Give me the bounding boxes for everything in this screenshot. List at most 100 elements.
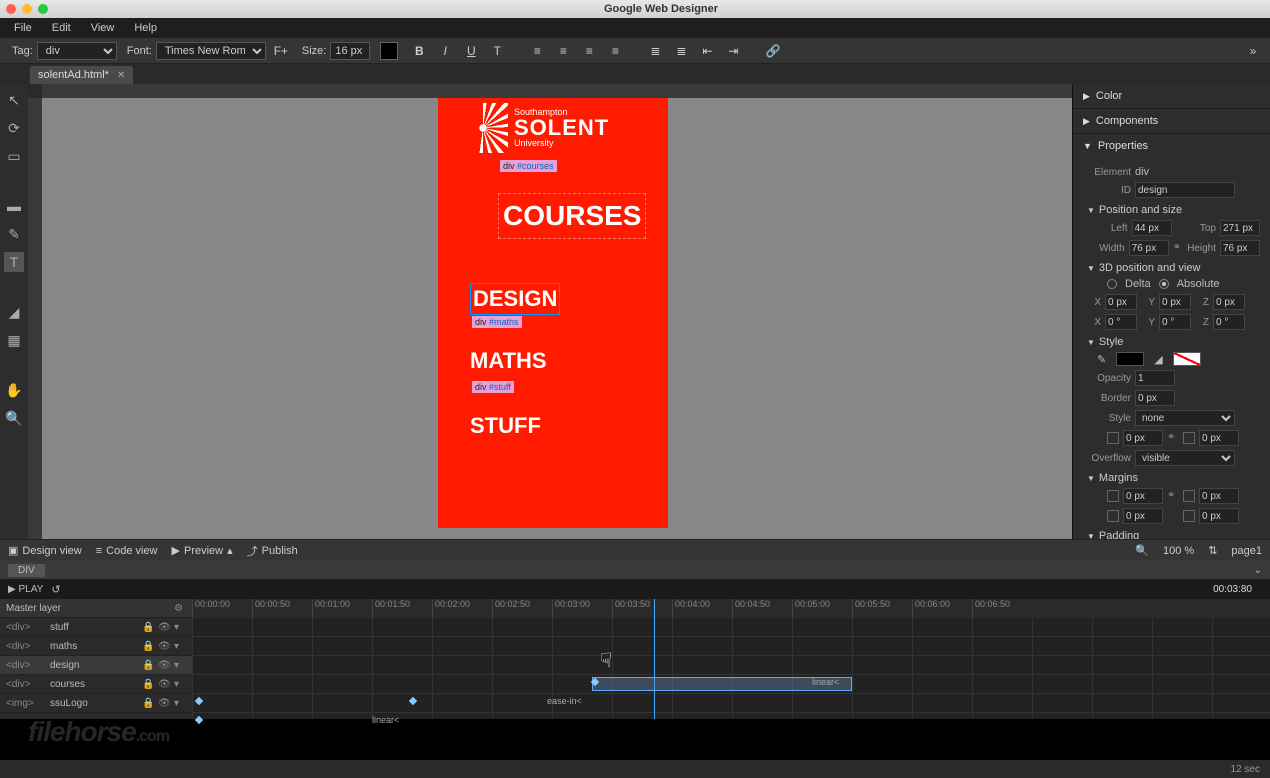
align-center-icon[interactable]: ≡ [552, 41, 574, 61]
menu-edit[interactable]: Edit [42, 22, 81, 34]
layer-row-maths[interactable]: <div>maths🔒👁▾ [0, 637, 192, 656]
panel-properties-header[interactable]: ▼Properties [1073, 134, 1270, 158]
design-view-button[interactable]: ▣ Design view [8, 544, 82, 557]
x-input[interactable] [1105, 294, 1137, 310]
zoom-window-icon[interactable] [38, 4, 48, 14]
underline-button[interactable]: U [460, 41, 482, 61]
size-input[interactable] [330, 42, 370, 60]
align-left-icon[interactable]: ≡ [526, 41, 548, 61]
list-ordered-icon[interactable]: ≣ [644, 41, 666, 61]
fill-color-swatch[interactable] [1173, 352, 1201, 366]
id-input[interactable] [1135, 182, 1235, 198]
zoom-tool-icon[interactable]: 🔍 [4, 408, 24, 428]
absolute-radio[interactable] [1159, 279, 1169, 289]
font-select[interactable]: Times New Roman [156, 42, 266, 60]
strike-button[interactable]: T [486, 41, 508, 61]
align-right-icon[interactable]: ≡ [578, 41, 600, 61]
text-stuff[interactable]: STUFF [470, 413, 541, 439]
file-tab[interactable]: solentAd.html* ✕ [30, 66, 133, 84]
keyframe-courses-mid[interactable] [409, 697, 417, 705]
timeline-ruler[interactable]: 00:00:0000:00:5000:01:0000:01:5000:02:00… [192, 599, 1270, 618]
link-icon[interactable]: 🔗 [762, 41, 784, 61]
publish-button[interactable]: ⤴ Publish [247, 543, 298, 559]
pencil-icon[interactable]: ✎ [1097, 353, 1106, 366]
margin-b-input[interactable] [1123, 508, 1163, 524]
link-size-icon[interactable]: ⚭ [1173, 242, 1183, 254]
link-corners-icon[interactable]: ⚭ [1167, 432, 1179, 444]
panel-color-header[interactable]: ▶Color [1073, 84, 1270, 108]
rotate-3d-tool-icon[interactable]: ⟳ [4, 118, 24, 138]
bg-color-swatch[interactable] [1116, 352, 1144, 366]
minimize-window-icon[interactable] [22, 4, 32, 14]
menu-view[interactable]: View [81, 22, 125, 34]
pen-tool-icon[interactable]: ✎ [4, 224, 24, 244]
overflow-icon[interactable]: » [1242, 41, 1264, 61]
element-badge-maths[interactable]: div #maths [472, 316, 522, 328]
keyframe-courses-start[interactable] [195, 697, 203, 705]
outdent-icon[interactable]: ⇤ [696, 41, 718, 61]
list-unordered-icon[interactable]: ≣ [670, 41, 692, 61]
element-tool-icon[interactable]: ▭ [4, 146, 24, 166]
position-size-header[interactable]: ▼Position and size [1087, 204, 1260, 216]
margin-t-input[interactable] [1123, 488, 1163, 504]
opacity-input[interactable] [1135, 370, 1175, 386]
align-justify-icon[interactable]: ≡ [604, 41, 626, 61]
ad-canvas[interactable]: Southampton SOLENT University div #cours… [438, 98, 668, 528]
panel-components-header[interactable]: ▶Components [1073, 109, 1270, 133]
shape-tool-icon[interactable]: ▬ [4, 196, 24, 216]
3d-position-header[interactable]: ▼3D position and view [1087, 262, 1260, 274]
height-input[interactable] [1220, 240, 1260, 256]
play-button[interactable]: ▶ PLAY [8, 584, 43, 595]
logo[interactable]: Southampton SOLENT University [458, 103, 609, 153]
eye-icon[interactable]: 👁 [158, 622, 170, 633]
border-style-select[interactable]: none [1135, 410, 1235, 426]
menu-file[interactable]: File [4, 22, 42, 34]
preview-button[interactable]: ▶ Preview ▴ [172, 544, 233, 557]
style-header[interactable]: ▼Style [1087, 336, 1260, 348]
layer-row-design[interactable]: <div>design🔒👁▾ [0, 656, 192, 675]
close-window-icon[interactable] [6, 4, 16, 14]
padding-header[interactable]: ▼Padding [1087, 530, 1260, 539]
zoom-value[interactable]: 100 % [1163, 545, 1194, 557]
margin-l-input[interactable] [1199, 508, 1239, 524]
loop-button[interactable]: ↺ [51, 583, 60, 596]
stage[interactable]: Southampton SOLENT University div #cours… [28, 84, 1072, 539]
tag-select[interactable]: div [37, 42, 117, 60]
italic-button[interactable]: I [434, 41, 456, 61]
delta-radio[interactable] [1107, 279, 1117, 289]
z-input[interactable] [1213, 294, 1245, 310]
font-add-button[interactable]: F+ [270, 41, 292, 61]
element-badge-stuff[interactable]: div #stuff [472, 381, 514, 393]
ry-input[interactable] [1159, 314, 1191, 330]
bold-button[interactable]: B [408, 41, 430, 61]
overflow-select[interactable]: visible [1135, 450, 1235, 466]
text-color-chip[interactable] [380, 42, 398, 60]
layer-row-ssulogo[interactable]: <img>ssuLogo🔒👁▾ [0, 694, 192, 713]
component-tool-icon[interactable]: ▦ [4, 330, 24, 350]
text-design[interactable]: DESIGN [470, 283, 560, 315]
hand-tool-icon[interactable]: ✋ [4, 380, 24, 400]
master-layer-row[interactable]: Master layer⚙ [0, 599, 192, 618]
left-input[interactable] [1132, 220, 1172, 236]
playhead[interactable] [654, 599, 655, 719]
chevron-down-icon[interactable]: ▾ [174, 622, 186, 633]
text-maths[interactable]: MATHS [470, 348, 547, 374]
page-label[interactable]: page1 [1231, 545, 1262, 557]
corner-tr-check[interactable] [1183, 432, 1195, 444]
text-tool-icon[interactable]: T [4, 252, 24, 272]
gear-icon[interactable]: ⚙ [174, 603, 186, 614]
easing-logo[interactable]: linear< [372, 715, 399, 725]
fill-icon[interactable]: ◢ [1154, 353, 1162, 366]
border-input[interactable] [1135, 390, 1175, 406]
width-input[interactable] [1129, 240, 1169, 256]
easing-courses[interactable]: ease-in< [547, 696, 582, 706]
selection-tool-icon[interactable]: ↖ [4, 90, 24, 110]
timeline-tracks[interactable]: 00:00:0000:00:5000:01:0000:01:5000:02:00… [192, 599, 1270, 719]
corner-tl-check[interactable] [1107, 432, 1119, 444]
text-courses[interactable]: COURSES [498, 193, 646, 239]
element-badge-courses[interactable]: div #courses [500, 160, 557, 172]
lock-icon[interactable]: 🔒 [142, 622, 154, 633]
layer-row-courses[interactable]: <div>courses🔒👁▾ [0, 675, 192, 694]
close-tab-icon[interactable]: ✕ [117, 70, 125, 81]
zoom-icon[interactable]: 🔍 [1135, 544, 1149, 557]
